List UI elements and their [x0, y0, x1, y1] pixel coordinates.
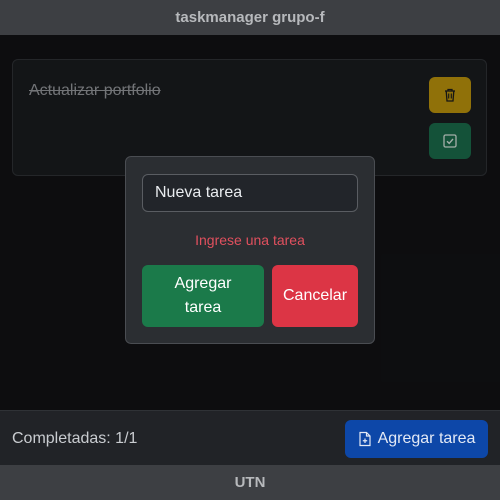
completed-counter: Completadas: 1/1 [12, 430, 138, 447]
cancel-button[interactable]: Cancelar [272, 265, 358, 327]
footer-bar: Completadas: 1/1 Agregar tarea [0, 410, 500, 465]
app-header: taskmanager grupo-f [0, 0, 500, 35]
open-add-task-label: Agregar tarea [377, 430, 476, 447]
error-message: Ingrese una tarea [195, 232, 305, 248]
bottom-footer: UTN [0, 465, 500, 500]
file-plus-icon [358, 431, 371, 447]
footer-text: UTN [234, 474, 266, 491]
new-task-modal: Ingrese una tarea Agregar tarea Cancelar [125, 156, 375, 344]
new-task-input[interactable] [142, 174, 358, 212]
open-add-task-button[interactable]: Agregar tarea [345, 420, 488, 458]
app-title: taskmanager grupo-f [175, 9, 325, 26]
add-task-button[interactable]: Agregar tarea [142, 265, 264, 327]
